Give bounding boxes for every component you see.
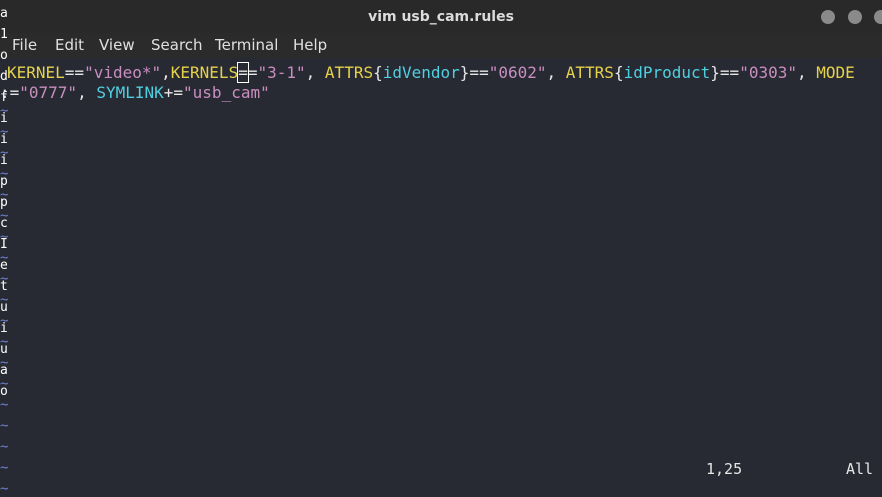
edge-char: f — [0, 90, 8, 105]
text-cursor: = — [237, 62, 249, 83]
edge-char: c — [0, 216, 8, 231]
edge-char: t — [0, 279, 8, 294]
cursor-position: 1,25 — [706, 460, 743, 478]
token: "video*" — [84, 63, 162, 82]
token: }== — [710, 63, 740, 82]
edge-char: p — [0, 195, 8, 210]
vim-editor[interactable]: KERNEL=="video*",KERNELS=="3-1", ATTRS{i… — [0, 6, 882, 497]
edge-char: u — [0, 300, 8, 315]
tilde-marker: ~ — [0, 418, 9, 434]
menu-terminal[interactable]: Terminal — [215, 36, 278, 54]
token: idVendor — [382, 63, 460, 82]
edge-char: o — [0, 384, 8, 399]
token: }== — [459, 63, 489, 82]
token: "3-1" — [257, 63, 306, 82]
edge-char: a — [0, 363, 8, 378]
menu-search[interactable]: Search — [151, 36, 203, 54]
edge-char: I — [0, 237, 8, 252]
edge-char: o — [0, 48, 8, 63]
tilde-marker: ~ — [0, 481, 9, 497]
edge-char: p — [0, 174, 8, 189]
token: ATTRS — [565, 63, 614, 82]
edge-char: i — [0, 153, 8, 168]
code-line-2: :="0777", SYMLINK+="usb_cam" — [0, 83, 270, 103]
menu-view[interactable]: View — [99, 36, 135, 54]
token: "0777" — [19, 83, 78, 102]
tilde-marker: ~ — [0, 439, 9, 455]
token: "usb_cam" — [183, 83, 270, 102]
token: KERNELS — [170, 63, 239, 82]
token: MODE — [816, 63, 855, 82]
token: { — [613, 63, 624, 82]
menu-file[interactable]: File — [12, 36, 37, 54]
menu-help[interactable]: Help — [293, 36, 327, 54]
menu-bar: File Edit View Search Terminal Help — [0, 33, 882, 58]
token: , — [796, 63, 817, 82]
tilde-marker: ~ — [0, 397, 9, 413]
maximize-icon[interactable] — [848, 10, 862, 24]
token: idProduct — [623, 63, 711, 82]
token: ATTRS — [324, 63, 374, 82]
token: , — [77, 83, 97, 102]
minimize-icon[interactable] — [821, 10, 835, 24]
edge-char: d — [0, 69, 8, 84]
token: , — [546, 63, 566, 82]
terminal-window: vim usb_cam.rules File Edit View Search … — [0, 0, 882, 497]
token: , — [161, 63, 171, 82]
title-bar[interactable]: vim usb_cam.rules — [0, 0, 882, 33]
token: SYMLINK — [96, 83, 164, 102]
token: { — [373, 63, 383, 82]
close-icon[interactable] — [874, 10, 882, 24]
code-line-1: KERNEL=="video*",KERNELS=="3-1", ATTRS{i… — [7, 62, 855, 83]
edge-char: a — [0, 6, 8, 21]
edge-char: i — [0, 111, 8, 126]
token: += — [163, 83, 184, 102]
scroll-indicator: All — [846, 460, 874, 478]
token: , — [305, 63, 325, 82]
menu-edit[interactable]: Edit — [55, 36, 84, 54]
edge-char: e — [0, 258, 8, 273]
window-title: vim usb_cam.rules — [368, 9, 514, 25]
token: "0303" — [739, 63, 797, 82]
token: == — [64, 63, 85, 82]
token: KERNEL — [7, 63, 65, 82]
tilde-marker: ~ — [0, 460, 9, 476]
edge-char: 1 — [0, 27, 8, 42]
token: "0602" — [488, 63, 547, 82]
edge-char: i — [0, 132, 8, 147]
edge-char: i — [0, 321, 8, 336]
edge-char: u — [0, 342, 8, 357]
